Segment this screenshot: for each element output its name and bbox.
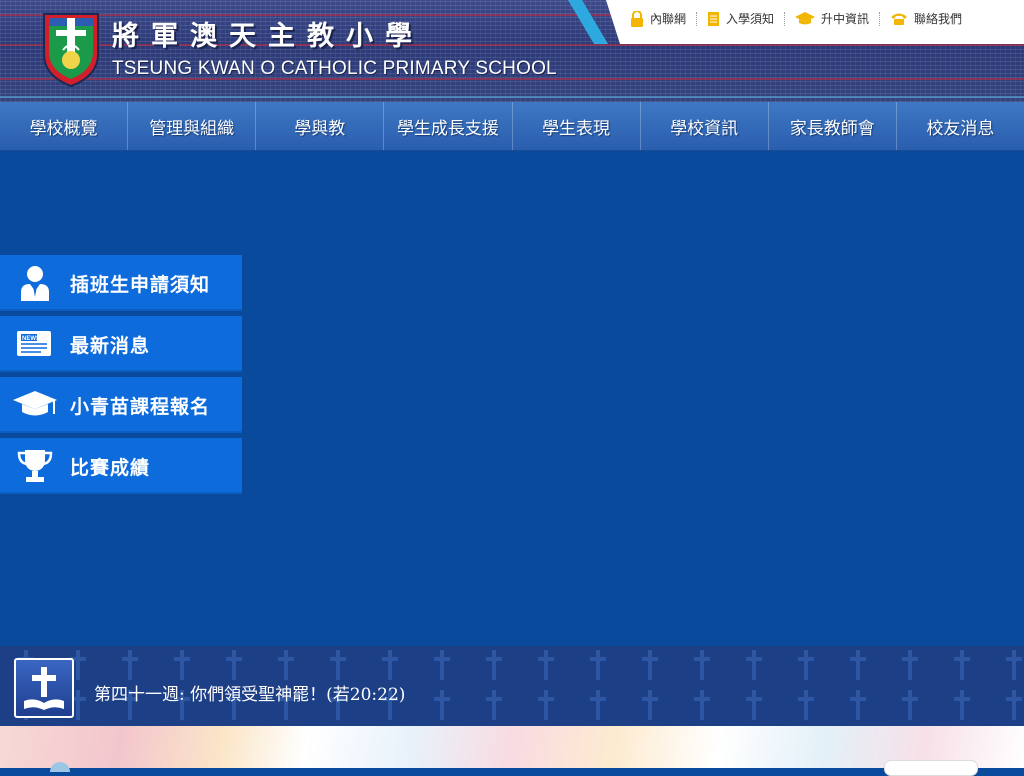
lock-icon (630, 10, 644, 27)
side-button-transfer-application[interactable]: 插班生申請須知 (0, 255, 242, 311)
graduation-cap-icon (0, 390, 70, 420)
quick-link-secondary-info[interactable]: 升中資訊 (785, 10, 879, 27)
side-button-label: 小青苗課程報名 (70, 395, 211, 418)
side-button-label: 插班生申請須知 (70, 273, 211, 296)
quick-link-label: 入學須知 (726, 12, 775, 26)
quicklinks-accent-stripe (568, 0, 608, 44)
school-name-chinese: 將軍澳天主教小學 (112, 21, 424, 52)
quick-link-label: 聯絡我們 (914, 12, 963, 26)
nav-item-alumni[interactable]: 校友消息 (897, 102, 1024, 150)
quick-link-intranet[interactable]: 內聯網 (620, 10, 696, 27)
side-button-label: 最新消息 (70, 334, 151, 357)
nav-item-management[interactable]: 管理與組織 (128, 102, 257, 150)
graduation-cap-icon (795, 11, 816, 26)
quick-link-admission[interactable]: 入學須知 (697, 10, 784, 27)
quick-links: 內聯網 入學須知 升中資訊 聯絡我們 (620, 10, 972, 27)
quick-link-contact[interactable]: 聯絡我們 (880, 10, 972, 27)
weekly-verse-text[interactable]: 第四十一週: 你們領受聖神罷！(若20:22) (94, 680, 405, 705)
nav-item-learning-teaching[interactable]: 學與教 (256, 102, 385, 150)
nav-item-school-overview[interactable]: 學校概覽 (0, 102, 129, 150)
school-name-english: TSEUNG KWAN O CATHOLIC PRIMARY SCHOOL (112, 58, 557, 79)
weekly-verse-bar: 第四十一週: 你們領受聖神罷！(若20:22) (0, 646, 1024, 726)
school-logo[interactable] (40, 10, 102, 88)
cross-bible-icon (14, 658, 74, 718)
side-button-course-registration[interactable]: 小青苗課程報名 (0, 377, 242, 433)
document-icon (707, 11, 720, 27)
decorative-footer-banner (0, 726, 1024, 768)
nav-item-student-performance[interactable]: 學生表現 (513, 102, 641, 150)
nav-item-school-info[interactable]: 學校資訊 (641, 102, 769, 150)
side-button-competition-results[interactable]: 比賽成績 (0, 438, 242, 494)
quick-link-label: 內聯網 (650, 12, 687, 26)
phone-icon (890, 12, 908, 26)
quick-link-label: 升中資訊 (821, 12, 870, 26)
side-button-latest-news[interactable]: NEWS 最新消息 (0, 316, 242, 372)
person-icon (0, 265, 70, 301)
nav-item-student-support[interactable]: 學生成長支援 (384, 102, 513, 150)
side-button-label: 比賽成績 (70, 456, 151, 479)
trophy-icon (0, 448, 70, 484)
side-menu: 插班生申請須知 NEWS 最新消息 小青苗課程報名 比賽成績 (0, 255, 242, 499)
site-header: 將軍澳天主教小學 TSEUNG KWAN O CATHOLIC PRIMARY … (0, 0, 1024, 102)
main-navigation: 學校概覽 管理與組織 學與教 學生成長支援 學生表現 學校資訊 家長教師會 校友… (0, 102, 1024, 151)
svg-text:NEWS: NEWS (22, 336, 40, 342)
footer-button[interactable] (884, 760, 978, 776)
newspaper-icon: NEWS (0, 329, 70, 359)
main-content: 插班生申請須知 NEWS 最新消息 小青苗課程報名 比賽成績 (0, 151, 1024, 646)
nav-item-pta[interactable]: 家長教師會 (769, 102, 897, 150)
